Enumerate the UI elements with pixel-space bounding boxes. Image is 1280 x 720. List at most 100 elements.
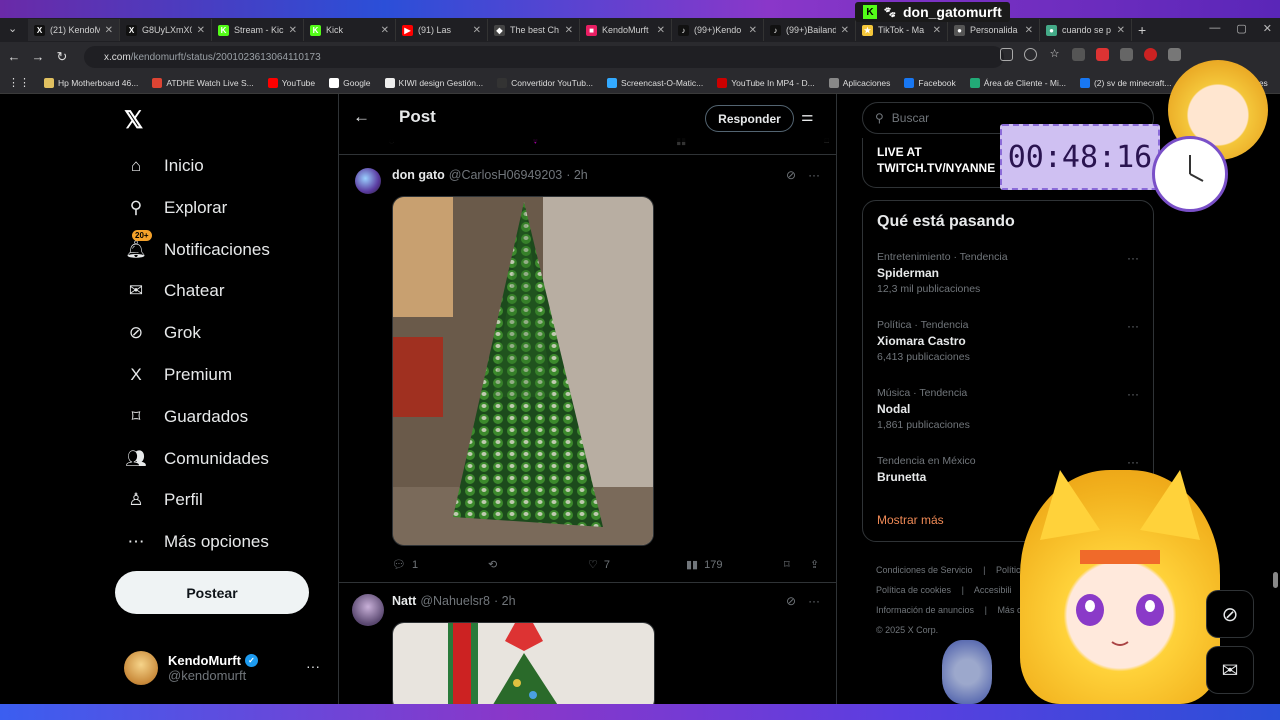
more-dots-icon[interactable]: ··· — [1127, 251, 1139, 265]
new-tab-button[interactable]: + — [1138, 22, 1146, 38]
bookmark-item[interactable]: Google — [329, 77, 371, 88]
tab-search-icon[interactable]: ⌄ — [8, 22, 17, 35]
footer-link[interactable]: Política de cookies — [876, 585, 951, 595]
browser-tab[interactable]: ★ TikTok - Ma ✕ — [856, 19, 948, 41]
tab-close-icon[interactable]: ✕ — [1117, 25, 1125, 36]
avatar[interactable] — [352, 594, 384, 626]
reply-button[interactable]: Responder — [705, 105, 794, 132]
nav-item-grok[interactable]: ⊘ Grok — [124, 313, 201, 353]
grok-icon[interactable]: ⊘ — [786, 594, 796, 608]
nav-item-guardados[interactable]: ⌑ Guardados — [124, 397, 249, 437]
tab-close-icon[interactable]: ✕ — [841, 25, 849, 36]
star-icon[interactable]: ☆ — [1048, 48, 1061, 61]
tab-close-icon[interactable]: ✕ — [749, 25, 757, 36]
bookmark-item[interactable]: Hp Motherboard 46... — [44, 77, 138, 88]
nav-item-inicio[interactable]: ⌂ Inicio — [124, 146, 204, 186]
grok-float-button[interactable]: ⊘ — [1206, 590, 1254, 638]
bookmark-item[interactable]: ATDHE Watch Live S... — [152, 77, 254, 88]
tweet-author-handle[interactable]: @CarlosH06949203 — [449, 168, 562, 182]
tab-close-icon[interactable]: ✕ — [473, 25, 481, 36]
nav-item-explorar[interactable]: ⚲ Explorar — [124, 188, 228, 228]
zoom-icon[interactable] — [1024, 48, 1037, 61]
footer-link[interactable]: Más o — [997, 605, 1022, 615]
tab-close-icon[interactable]: ✕ — [381, 25, 389, 36]
bookmark-item[interactable]: Screencast-O-Matic... — [607, 77, 703, 88]
trend-item[interactable]: Música · Tendencia Nodal 1,861 publicacion… — [877, 387, 1139, 431]
tab-close-icon[interactable]: ✕ — [105, 25, 113, 36]
install-icon[interactable] — [1000, 48, 1013, 61]
tweet-image[interactable] — [392, 622, 655, 712]
browser-tab[interactable]: ♪ (99+)Bailand ✕ — [764, 19, 856, 41]
minimize-icon[interactable]: — — [1209, 22, 1220, 35]
extension-1-icon[interactable] — [1072, 48, 1085, 61]
more-dots-icon[interactable]: ··· — [808, 168, 820, 182]
x-logo-icon[interactable]: 𝕏 — [124, 106, 143, 135]
footer-link[interactable]: Información de anuncios — [876, 605, 974, 615]
bookmark-item[interactable]: Área de Cliente - Mi... — [969, 77, 1066, 88]
browser-tab[interactable]: ● cuando se p ✕ — [1040, 19, 1132, 41]
address-bar[interactable]: x.com/kendomurft/status/2001023613064110… — [84, 46, 1004, 68]
reply-tweet[interactable]: Natt @Nahuelsr8 · 2h ⊘ ··· — [339, 584, 836, 712]
reply-action[interactable]: 💬︎ 1 — [392, 558, 418, 572]
nav-item-notificaciones[interactable]: 🔔︎ 20+ Notificaciones — [124, 230, 270, 270]
messages-float-button[interactable]: ✉ — [1206, 646, 1254, 694]
tab-close-icon[interactable]: ✕ — [1025, 25, 1033, 36]
more-dots-icon[interactable]: ··· — [1127, 387, 1139, 401]
nav-item-comunidades[interactable]: 👥︎ Comunidades — [124, 439, 269, 479]
trend-item[interactable]: Política · Tendencia Xiomara Castro 6,413 … — [877, 319, 1139, 363]
browser-tab[interactable]: ◆ The best Ch ✕ — [488, 19, 580, 41]
bookmark-item[interactable]: (2) sv de minecraft... — [1079, 77, 1171, 88]
grok-icon[interactable]: ⊘ — [786, 168, 796, 182]
retweet-action[interactable]: ⟲ — [488, 558, 503, 571]
browser-tab[interactable]: X (21) KendoM ✕ — [28, 19, 120, 41]
browser-tab[interactable]: ● Personalida ✕ — [948, 19, 1040, 41]
tab-close-icon[interactable]: ✕ — [657, 25, 665, 36]
scrollbar-thumb[interactable] — [1273, 572, 1278, 588]
extension-4-icon[interactable] — [1144, 48, 1157, 61]
browser-tab[interactable]: X G8UyLXmX0 ✕ — [120, 19, 212, 41]
trend-item[interactable]: Entretenimiento · Tendencia Spiderman 12,3… — [877, 251, 1139, 295]
back-arrow-icon[interactable]: ← — [353, 107, 370, 127]
post-button[interactable]: Postear — [115, 571, 309, 614]
back-nav-icon[interactable]: ← — [2, 49, 26, 64]
reload-icon[interactable]: ↻ — [50, 49, 74, 65]
tweet-author-name[interactable]: don gato — [392, 168, 445, 182]
footer-link[interactable]: Accesibili — [974, 585, 1012, 595]
share-action[interactable]: ⇪ — [810, 558, 819, 571]
views-action[interactable]: ▮▮ 179 — [686, 558, 722, 572]
tab-close-icon[interactable]: ✕ — [933, 25, 941, 36]
bookmark-item[interactable]: YouTube In MP4 - D... — [717, 77, 815, 88]
tab-close-icon[interactable]: ✕ — [197, 25, 205, 36]
more-dots-icon[interactable]: ··· — [306, 658, 320, 674]
browser-tab[interactable]: ♪ (99+)Kendo ✕ — [672, 19, 764, 41]
tweet-author-handle[interactable]: @Nahuelsr8 — [420, 594, 490, 608]
scrollbar[interactable] — [1271, 94, 1280, 704]
more-dots-icon[interactable]: ··· — [808, 594, 820, 608]
more-dots-icon[interactable]: ··· — [1127, 455, 1139, 469]
tab-close-icon[interactable]: ✕ — [289, 25, 297, 36]
search-input[interactable]: Buscar — [892, 111, 929, 125]
browser-tab[interactable]: ■ KendoMurft ✕ — [580, 19, 672, 41]
close-window-icon[interactable]: ✕ — [1263, 22, 1272, 35]
nav-item-perfil[interactable]: ♙ Perfil — [124, 480, 202, 520]
browser-tab[interactable]: ▶ (91) Las ✕ — [396, 19, 488, 41]
sliders-icon[interactable]: ⚌ — [801, 108, 814, 125]
browser-tab[interactable]: K Stream - Kick ✕ — [212, 19, 304, 41]
bookmark-item[interactable]: Convertidor YouTub... — [497, 77, 593, 88]
tweet-time[interactable]: · 2h — [566, 168, 588, 182]
like-action[interactable]: ♡ 7 — [588, 558, 610, 572]
tweet-author-name[interactable]: Natt — [392, 594, 416, 608]
account-switcher[interactable]: KendoMurft ✓ @kendomurft ··· — [124, 648, 334, 688]
nav-item-premium[interactable]: X Premium — [124, 355, 232, 395]
extension-2-icon[interactable] — [1096, 48, 1109, 61]
bookmark-item[interactable]: Aplicaciones — [828, 77, 890, 88]
bookmark-item[interactable]: YouTube — [267, 77, 315, 88]
tweet-image[interactable] — [392, 196, 654, 546]
reply-tweet[interactable]: don gato @CarlosH06949203 · 2h ⊘ ··· 💬︎ … — [339, 156, 836, 582]
apps-grid-icon[interactable]: ⋮⋮ — [8, 76, 30, 89]
extension-3-icon[interactable] — [1120, 48, 1133, 61]
browser-tab[interactable]: K Kick ✕ — [304, 19, 396, 41]
show-more-link[interactable]: Mostrar más — [877, 513, 944, 527]
maximize-icon[interactable]: ▢ — [1236, 22, 1246, 35]
puzzle-icon[interactable] — [1168, 48, 1181, 61]
